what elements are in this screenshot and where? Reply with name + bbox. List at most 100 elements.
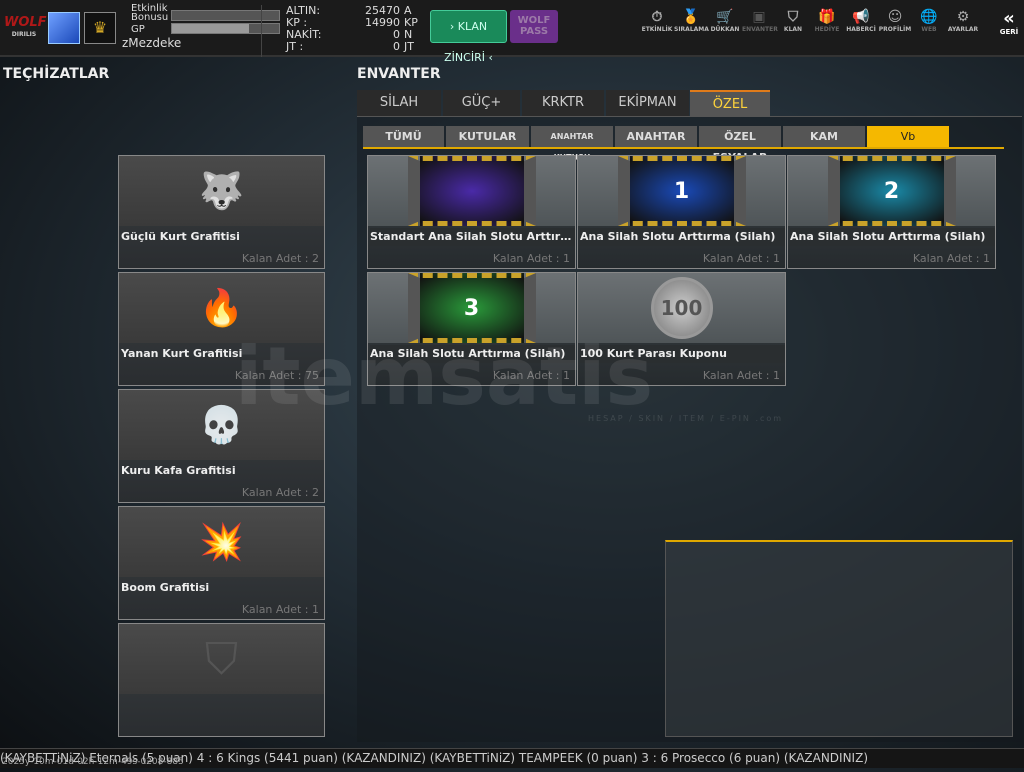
item-image: 🐺 [119, 156, 324, 226]
equipment-card[interactable]: 🔥 Yanan Kurt Grafitisi Kalan Adet : 75 [118, 272, 325, 386]
item-count: Kalan Adet : 75 [234, 369, 319, 382]
tab-1[interactable]: GÜÇ+ [443, 90, 520, 116]
currency-unit: JT [404, 40, 414, 53]
weapon-slot-icon [407, 156, 536, 226]
inventory-item[interactable]: Standart Ana Silah Slotu Arttırma Kalan A… [367, 155, 576, 269]
nav-label: PROFİLİM [878, 26, 912, 33]
equipment-card[interactable]: 💥 Boom Grafitisi Kalan Adet : 1 [118, 506, 325, 620]
nav-etki̇nli̇k[interactable]: ⏱ ETKİNLİK [640, 8, 674, 33]
item-count: Kalan Adet : 2 [241, 252, 319, 265]
tab-0[interactable]: SİLAH [357, 90, 441, 116]
clan-badge: ♛ [84, 12, 116, 44]
nav-profi̇li̇m[interactable]: ☺ PROFİLİM [878, 8, 912, 33]
item-image: 🔥 [119, 273, 324, 343]
rank-badge [48, 12, 80, 44]
subtab-4[interactable]: ÖZEL EŞYALAR [699, 126, 781, 164]
subtab-1[interactable]: KUTULAR [446, 126, 529, 147]
coin-icon: 100 [650, 277, 713, 339]
equipment-card[interactable]: 💀 Kuru Kafa Grafitisi Kalan Adet : 2 [118, 389, 325, 503]
subtab-2[interactable]: ANAHTAR KUTUSU [531, 126, 613, 162]
subtab-0[interactable]: TÜMÜ [363, 126, 444, 147]
main-nav: ⏱ ETKİNLİK 🏅 SIRALAMA 🛒 DÜKKAN ▣ ENVANTER ⛉ KLAN 🎁… [640, 8, 980, 33]
event-bonus-label: Etkinlik Bonusu [131, 3, 169, 23]
shield-placeholder-icon: ⛉ [119, 624, 324, 694]
tab-2[interactable]: KRKTR [522, 90, 604, 116]
currency-value: 0 [393, 40, 400, 53]
nav-siralama[interactable]: 🏅 SIRALAMA [674, 8, 709, 33]
currency-panel: ALTIN: 25470 A KP :14990 KP NAKİT: 0 N JT :0 JT [261, 5, 421, 57]
item-detail-box [665, 540, 1013, 737]
item-name: Kuru Kafa Grafitisi [121, 464, 236, 477]
equipment-title: TEÇHİZATLAR [3, 66, 110, 82]
timestamp: 2025y-10m-01d-02h-12m-49s-0208-885 [2, 757, 184, 767]
item-count: Kalan Adet : 1 [241, 603, 319, 616]
tab-3[interactable]: EKİPMAN [606, 90, 689, 116]
item-name: Yanan Kurt Grafitisi [121, 347, 243, 360]
inventory-item[interactable]: 3 Ana Silah Slotu Arttırma (Silah) Kalan A… [367, 272, 576, 386]
nav-hedi̇ye[interactable]: 🎁 HEDİYE [810, 8, 844, 33]
item-count: Kalan Adet : 1 [702, 252, 780, 265]
klan-zinciri-button[interactable]: › KLAN ZİNCİRİ ‹ [430, 10, 507, 64]
currency-value: 14990 [365, 16, 400, 29]
equipment-card[interactable]: 🐺 Güçlü Kurt Grafitisi Kalan Adet : 2 [118, 155, 325, 269]
back-button[interactable]: «GERİ [998, 8, 1020, 37]
nav-haberci̇[interactable]: 📢 HABERCİ [844, 8, 878, 33]
currency-label: JT : [286, 40, 304, 53]
item-count: Kalan Adet : 1 [912, 252, 990, 265]
stopwatch-icon: ⏱ [651, 9, 663, 25]
watermark-tagline: HESAP / SKIN / ITEM / E-PIN .com [588, 414, 784, 423]
item-name: Boom Grafitisi [121, 581, 210, 594]
empty-equipment-slot[interactable]: ⛉ [118, 623, 325, 737]
nav-label: DÜKKAN [710, 26, 740, 33]
cart-icon: 🛒 [716, 9, 734, 25]
item-count: Kalan Adet : 2 [241, 486, 319, 499]
item-image: 3 [368, 273, 575, 343]
nav-label: HEDİYE [814, 26, 840, 33]
weapon-slot-icon: 3 [407, 273, 536, 343]
nav-envanter[interactable]: ▣ ENVANTER [742, 8, 778, 33]
match-ticker: (KAYBETTiNiZ) Eternals (5 puan) 4 : 6 Ki… [0, 748, 1024, 768]
nav-web[interactable]: 🌐 WEB [912, 8, 946, 33]
currency-row: JT : 0 JT [262, 41, 421, 53]
inventory-title: ENVANTER [357, 66, 441, 82]
game-logo: WOLF DIRILIS [4, 15, 47, 38]
item-image: 100 [578, 273, 785, 343]
nav-ayarlar[interactable]: ⚙ AYARLAR [946, 8, 980, 33]
weapon-slot-icon: 1 [617, 156, 746, 226]
nav-klan[interactable]: ⛉ KLAN [776, 8, 810, 33]
currency-value: 0 [393, 28, 400, 41]
shield-icon: ⛉ [787, 9, 799, 25]
item-name: Güçlü Kurt Grafitisi [121, 230, 240, 243]
username: zMezdeke [122, 36, 182, 50]
item-name: 100 Kurt Parası Kuponu [580, 345, 785, 363]
nav-label: ENVANTER [742, 26, 778, 33]
inventory-item[interactable]: 100 100 Kurt Parası Kuponu Kalan Adet : 1 [577, 272, 786, 386]
inventory-item[interactable]: 2 Ana Silah Slotu Arttırma (Silah) Kalan A… [787, 155, 996, 269]
subtab-3[interactable]: ANAHTAR [615, 126, 697, 147]
globe-icon: 🌐 [920, 9, 938, 25]
subtab-6[interactable]: Vb [867, 126, 949, 147]
nav-label: WEB [921, 26, 937, 33]
item-image: 1 [578, 156, 785, 226]
item-name: Ana Silah Slotu Arttırma (Silah) [370, 345, 575, 363]
weapon-slot-icon: 2 [827, 156, 956, 226]
megaphone-icon: 📢 [852, 9, 870, 25]
nav-dükkan[interactable]: 🛒 DÜKKAN [708, 8, 742, 33]
top-bar: WOLF DIRILIS ♛ Etkinlik Bonusu GP zMezdek… [0, 0, 1024, 64]
gear-icon: ⚙ [956, 9, 970, 25]
item-image: 💀 [119, 390, 324, 460]
profile-icon: ☺ [887, 9, 903, 25]
item-name: Ana Silah Slotu Arttırma (Silah) [580, 228, 785, 246]
nav-label: HABERCİ [846, 26, 876, 33]
subtab-underline [363, 147, 1004, 149]
tab-4[interactable]: ÖZEL [690, 90, 770, 116]
nav-label: ETKİNLİK [641, 26, 673, 33]
subtab-5[interactable]: KAM [783, 126, 865, 147]
nav-label: AYARLAR [947, 26, 979, 33]
inventory-icon: ▣ [752, 9, 766, 25]
double-chevron-left-icon: « [1003, 8, 1015, 29]
inventory-item[interactable]: 1 Ana Silah Slotu Arttırma (Silah) Kalan A… [577, 155, 786, 269]
gp-label: GP [131, 24, 145, 35]
nav-label: KLAN [783, 26, 803, 33]
wolf-pass-button[interactable]: WOLF PASS [510, 10, 558, 43]
